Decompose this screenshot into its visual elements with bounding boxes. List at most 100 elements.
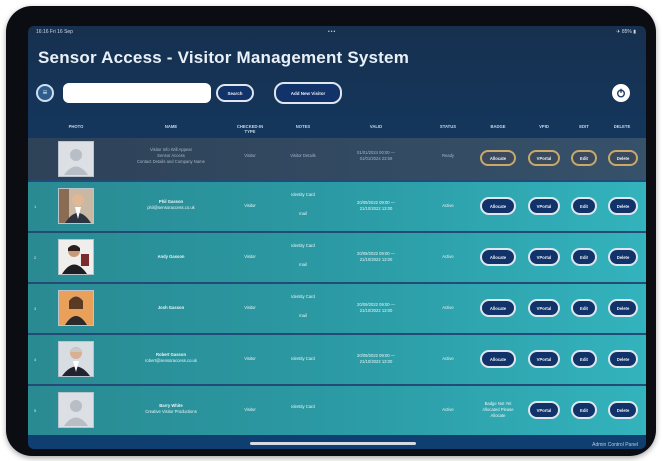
admin-control-panel-link[interactable]: Admin Control Panel (592, 442, 638, 448)
row-valid: 20/09/2022 09:00 — (357, 200, 395, 205)
badge-note-line1: Badge Not Yet (484, 401, 512, 406)
table-row[interactable]: Visitor Info Will Appear Sensor Access C… (28, 138, 646, 182)
row-notes: Identity Card (291, 356, 315, 361)
edit-button[interactable]: Edit (571, 350, 597, 368)
row-valid: 20/09/2022 09:00 — (357, 302, 395, 307)
row-type: Visitor (244, 203, 256, 208)
delete-button[interactable]: Delete (608, 299, 638, 317)
row-valid: 20/09/2022 09:00 — (357, 251, 395, 256)
row-status: Active (442, 407, 454, 412)
row-type: Visitor (244, 153, 256, 158)
vportal-button[interactable]: VPortal (528, 150, 560, 166)
edit-button[interactable]: Edit (571, 401, 597, 419)
avatar (58, 188, 94, 224)
allocate-badge-button[interactable]: Allocate (480, 299, 516, 317)
row-status: Ready (441, 153, 455, 158)
row-type: Visitor (244, 305, 256, 310)
row-notes-detail: mail (299, 211, 307, 216)
edit-button[interactable]: Edit (571, 197, 597, 215)
row-type: Visitor (244, 356, 256, 361)
edit-button[interactable]: Edit (571, 150, 597, 166)
row-name: Phil Gasson (158, 199, 184, 204)
menu-icon: ≡ (42, 88, 48, 97)
delete-button[interactable]: Delete (608, 248, 638, 266)
row-name: Josh Gasson (157, 305, 185, 310)
header-edit: EDIT (579, 124, 589, 129)
header-name: NAME (164, 124, 178, 129)
search-input[interactable] (63, 83, 211, 103)
row-valid: 20/09/2022 09:00 — (357, 353, 395, 358)
vportal-button[interactable]: VPortal (528, 401, 560, 419)
page-title: Sensor Access - Visitor Management Syste… (38, 48, 410, 67)
row-type: Visitor (244, 407, 256, 412)
table-row[interactable]: 2 Andy Gasson Visitor Identity Card mail… (28, 233, 646, 284)
menu-button[interactable]: ≡ (36, 84, 54, 102)
row-notes: Identity Card (291, 192, 315, 197)
table-row[interactable]: 1 Phil Gasson phil@sensoraccess.co.uk Vi… (28, 182, 646, 233)
allocate-badge-button[interactable]: Allocate (480, 248, 516, 266)
row-sub2: Contact Details and Company Name (137, 159, 205, 164)
edit-button[interactable]: Edit (571, 248, 597, 266)
status-bar: 16:16 Fri 16 Sep ••• ✈ 85% ▮ (28, 26, 646, 38)
table-row[interactable]: 4 Robert Gasson robert@sensoraccess.co.u… (28, 335, 646, 386)
toolbar: ≡ Search Add New Visitor (28, 82, 646, 108)
allocate-badge-button[interactable]: Allocate (480, 350, 516, 368)
vportal-button[interactable]: VPortal (528, 197, 560, 215)
status-dots: ••• (328, 29, 337, 35)
row-email: robert@sensoraccess.co.uk (145, 358, 197, 363)
row-valid-end: 21/10/2022 13:00 (359, 359, 393, 364)
row-valid-end: 21/10/2022 13:00 (359, 257, 393, 262)
power-icon (617, 88, 625, 98)
vportal-button[interactable]: VPortal (528, 299, 560, 317)
delete-button[interactable]: Delete (608, 401, 638, 419)
power-button[interactable] (612, 84, 630, 102)
header-type: CHECKED-IN TYPE (236, 124, 264, 134)
row-status: Active (442, 356, 454, 361)
row-notes-detail: mail (299, 262, 307, 267)
badge-note-line3: Allocate (490, 413, 506, 418)
badge-note-line2: Allocated Please (482, 407, 514, 412)
header-valid: VALID (369, 124, 383, 129)
row-notes: Identity Card (291, 404, 315, 409)
header-status: STATUS (439, 124, 457, 129)
table-row[interactable]: 3 Josh Gasson Visitor Identity Card mail… (28, 284, 646, 335)
search-button[interactable]: Search (216, 84, 254, 102)
row-status: Active (442, 203, 454, 208)
header-notes: NOTES (295, 124, 311, 129)
row-name: Andy Gasson (157, 254, 185, 259)
avatar-placeholder (58, 392, 94, 428)
row-index: 1 (34, 204, 37, 209)
delete-button[interactable]: Delete (608, 350, 638, 368)
delete-button[interactable]: Delete (608, 197, 638, 215)
row-name: Barry White (159, 403, 183, 408)
vportal-button[interactable]: VPortal (528, 248, 560, 266)
row-email: phil@sensoraccess.co.uk (147, 205, 195, 210)
row-valid: 01/01/2024 00:00 — (357, 150, 395, 155)
visitor-table: PHOTO NAME CHECKED-IN TYPE NOTES VALID S… (28, 120, 646, 435)
header-vpid: VPID (539, 124, 549, 129)
row-status: Active (442, 254, 454, 259)
row-valid-end: 21/10/2022 13:00 (359, 308, 393, 313)
edit-button[interactable]: Edit (571, 299, 597, 317)
row-valid-end: 01/01/2024 23:59 (359, 156, 393, 161)
allocate-badge-button[interactable]: Allocate (480, 197, 516, 215)
row-notes: Identity Card (291, 243, 315, 248)
row-index: 4 (34, 357, 37, 362)
add-visitor-button[interactable]: Add New Visitor (274, 82, 342, 104)
vportal-button[interactable]: VPortal (528, 350, 560, 368)
row-valid-end: 21/10/2022 13:00 (359, 206, 393, 211)
table-header: PHOTO NAME CHECKED-IN TYPE NOTES VALID S… (28, 120, 646, 138)
delete-button[interactable]: Delete (608, 150, 638, 166)
table-row[interactable]: 5 Barry White Creative Visitor Productio… (28, 386, 646, 435)
header-delete: DELETE (613, 124, 631, 129)
status-time: 16:16 Fri 16 Sep (36, 29, 73, 35)
row-index: 3 (34, 306, 37, 311)
allocate-badge-button[interactable]: Allocate (480, 150, 516, 166)
row-company: Creative Visitor Productions (145, 409, 197, 414)
app-screen: 16:16 Fri 16 Sep ••• ✈ 85% ▮ Sensor Acce… (28, 26, 646, 449)
row-index: 5 (34, 408, 37, 413)
avatar (58, 239, 94, 275)
status-battery: ✈ 85% ▮ (616, 29, 636, 35)
row-status: Active (442, 305, 454, 310)
home-indicator (250, 442, 416, 445)
